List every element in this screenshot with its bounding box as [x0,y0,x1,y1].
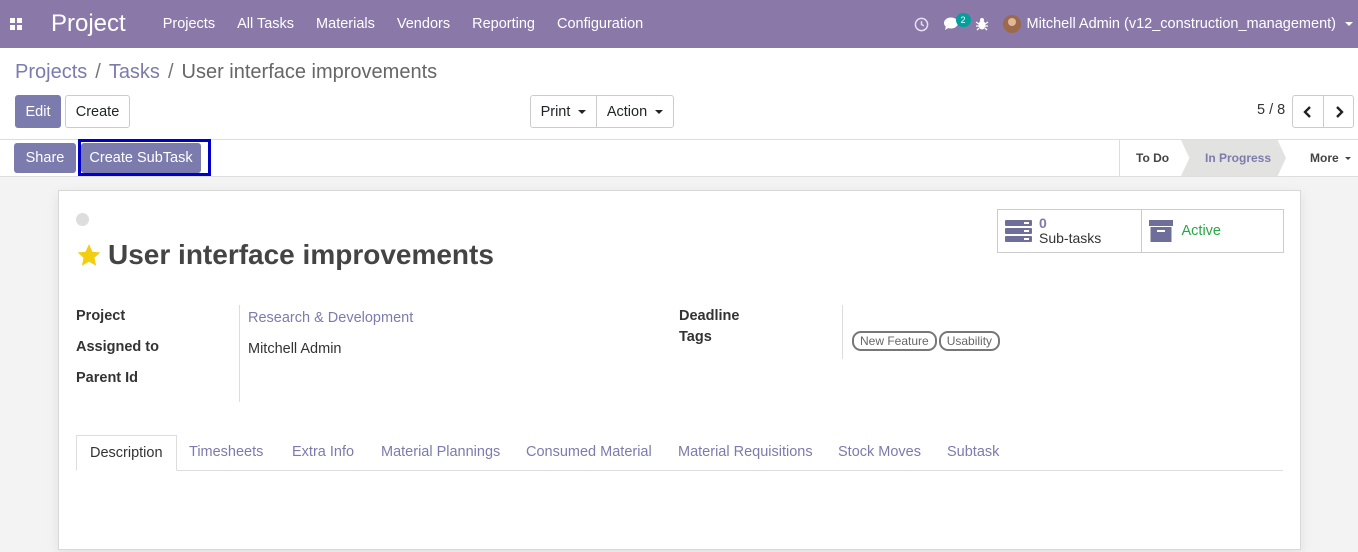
caret-down-icon [578,109,587,114]
menu-item-projects[interactable]: Projects [152,0,226,48]
chevron-left-icon [1303,105,1311,118]
tab-timesheets[interactable]: Timesheets [189,435,263,471]
project-label: Project [76,308,126,324]
archive-icon [1148,220,1173,242]
systray: 2 Mitchell Admin (v12_construction_manag… [907,0,1358,48]
menu-item-vendors[interactable]: Vendors [386,0,461,48]
action-dropdown[interactable]: Action [596,95,674,128]
chat-icon[interactable]: 2 [937,0,971,48]
field-divider [842,305,843,359]
task-title: User interface improvements [108,239,494,270]
star-icon[interactable] [76,243,102,268]
form-sheet: User interface improvements 0 Sub-tasks … [58,190,1301,550]
tab-description[interactable]: Description [76,435,177,471]
user-menu[interactable]: Mitchell Admin (v12_construction_managem… [1002,15,1353,33]
focus-highlight [78,139,211,176]
menu-item-all-tasks[interactable]: All Tasks [226,0,305,48]
main-menu: Projects All Tasks Materials Vendors Rep… [152,0,655,48]
tags-field[interactable]: New Feature Usability [852,331,1002,351]
subtasks-smart-button[interactable]: 0 Sub-tasks [998,210,1141,252]
pager-value[interactable]: 5 / 8 [1257,102,1285,118]
breadcrumb-current: User interface improvements [181,61,438,83]
tab-consumed-material[interactable]: Consumed Material [526,435,652,471]
active-toggle-button[interactable]: Active [1140,210,1284,252]
deadline-label: Deadline [679,308,740,324]
stage-in-progress[interactable]: In Progress [1181,140,1286,176]
menu-item-configuration[interactable]: Configuration [546,0,654,48]
chevron-right-icon [1335,105,1344,118]
stage-more-dropdown[interactable]: More [1286,140,1358,176]
pager-next-button[interactable] [1323,95,1354,128]
menu-item-materials[interactable]: Materials [305,0,386,48]
pager-previous-button[interactable] [1292,95,1324,128]
tag-usability[interactable]: Usability [938,331,1001,351]
control-panel: Projects / Tasks / User interface improvemen… [0,48,1358,140]
print-label: Print [540,103,571,120]
tab-extra-info[interactable]: Extra Info [292,435,354,471]
tag-new-feature[interactable]: New Feature [852,331,937,351]
breadcrumb-tasks[interactable]: Tasks [109,61,160,83]
edit-button[interactable]: Edit [15,95,61,128]
server-icon [1005,220,1032,242]
project-field[interactable]: Research & Development [248,310,413,326]
tags-label: Tags [679,329,712,345]
breadcrumb-separator: / [167,61,174,83]
bug-icon[interactable] [967,0,997,48]
subtasks-label: Sub-tasks [1039,229,1102,246]
smart-buttons: 0 Sub-tasks Active [997,209,1284,253]
tab-subtask[interactable]: Subtask [947,435,999,471]
apps-menu-icon[interactable] [1,0,31,48]
tab-material-requisitions[interactable]: Material Requisitions [678,435,813,471]
breadcrumb: Projects / Tasks / User interface improvemen… [15,61,437,84]
caret-down-icon [655,109,664,114]
chevron-down-icon [1345,22,1353,26]
action-label: Action [606,103,648,120]
breadcrumb-projects[interactable]: Projects [15,61,87,83]
create-button[interactable]: Create [65,95,130,128]
caret-down-icon [1344,156,1351,160]
print-dropdown[interactable]: Print [530,95,597,128]
assigned-to-field[interactable]: Mitchell Admin [248,341,341,357]
app-name[interactable]: Project [51,0,126,48]
menu-item-reporting[interactable]: Reporting [461,0,546,48]
parent-id-label: Parent Id [76,370,139,386]
top-navbar: Project Projects All Tasks Materials Ven… [0,0,1358,48]
kanban-state-dot[interactable] [76,213,89,226]
notebook-tabs: Description Timesheets Extra Info Materi… [76,435,1283,471]
user-name: Mitchell Admin (v12_construction_managem… [1026,16,1336,32]
tab-stock-moves[interactable]: Stock Moves [838,435,921,471]
task-title-row: User interface improvements [76,239,494,271]
subtasks-count: 0 [1039,214,1047,231]
clock-icon[interactable] [907,0,937,48]
stage-more-label: More [1310,151,1339,165]
active-label: Active [1181,223,1222,239]
stage-bar: To Do In Progress More [1119,140,1358,176]
stage-todo[interactable]: To Do [1120,140,1181,176]
tab-material-plannings[interactable]: Material Plannings [381,435,500,471]
field-divider [239,305,240,402]
assigned-to-label: Assigned to [76,339,159,355]
avatar [1002,15,1021,33]
breadcrumb-separator: / [95,61,101,83]
share-button[interactable]: Share [14,143,76,173]
